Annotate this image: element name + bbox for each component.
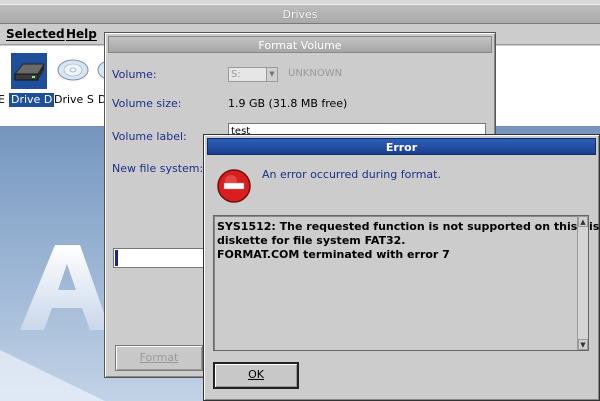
error-details-box[interactable]: SYS1512: The requested function is not s…: [213, 215, 600, 351]
volume-combo[interactable]: S: ▼: [228, 67, 278, 82]
ok-button[interactable]: OK: [213, 362, 299, 389]
menu-help[interactable]: Help: [66, 27, 97, 41]
error-stop-icon: [217, 169, 251, 203]
error-line: diskette for file system FAT32.: [217, 234, 406, 247]
volume-combo-value: S:: [231, 69, 241, 80]
new-fs-label: New file system:: [112, 162, 204, 175]
vertical-scrollbar[interactable]: ▲ ▼: [577, 216, 588, 350]
drive-d-label[interactable]: Drive D: [9, 93, 55, 107]
drive-label-partial[interactable]: E: [0, 93, 7, 107]
error-details-text: SYS1512: The requested function is not s…: [217, 220, 600, 262]
volume-size-value: 1.9 GB (31.8 MB free): [228, 97, 348, 110]
error-dialog: Error An error occurred during format. S…: [203, 134, 600, 401]
drive-s-label[interactable]: Drive S: [52, 93, 96, 107]
progress-fill: [115, 250, 118, 266]
format-title-bar[interactable]: Format Volume: [108, 36, 492, 53]
cd-disc-icon[interactable]: [56, 52, 90, 86]
volume-label-field-label: Volume label:: [112, 130, 187, 143]
scroll-down-icon[interactable]: ▼: [578, 339, 588, 350]
format-progress-bar: [113, 248, 213, 268]
scroll-up-icon[interactable]: ▲: [578, 216, 588, 227]
error-line: FORMAT.COM terminated with error 7: [217, 248, 450, 261]
error-line: SYS1512: The requested function is not s…: [217, 220, 600, 233]
format-button[interactable]: Format: [115, 345, 203, 371]
drives-title-bar[interactable]: Drives: [0, 4, 600, 24]
hard-disk-icon[interactable]: [10, 52, 48, 90]
error-title-bar[interactable]: Error: [207, 138, 596, 155]
volume-status: UNKNOWN: [288, 68, 343, 79]
chevron-down-icon[interactable]: ▼: [266, 68, 277, 81]
volume-label: Volume:: [112, 68, 157, 81]
error-message: An error occurred during format.: [262, 168, 441, 181]
menu-selected[interactable]: Selected: [6, 27, 65, 41]
volume-size-label: Volume size:: [112, 97, 182, 110]
